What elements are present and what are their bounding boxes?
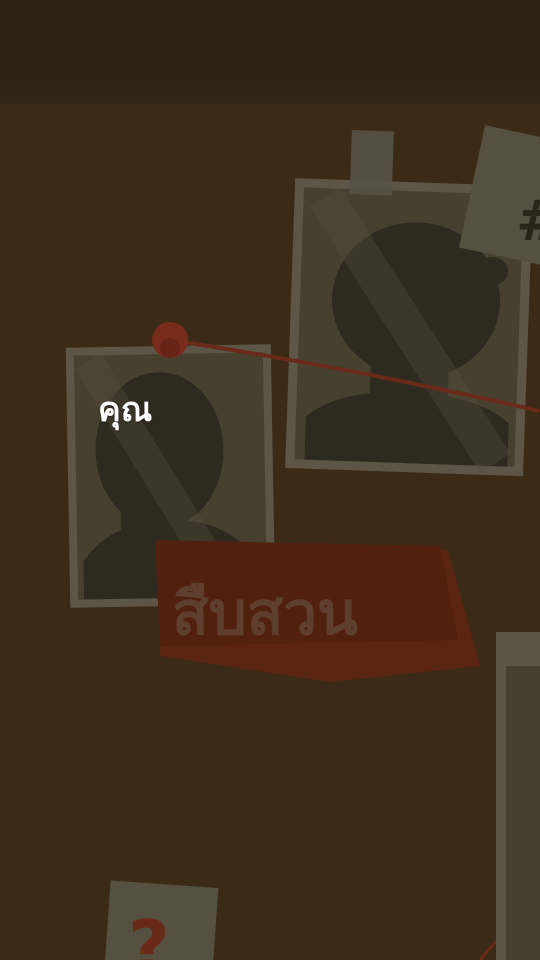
tape-strip bbox=[349, 130, 394, 196]
photo-partial-right-edge bbox=[496, 632, 540, 960]
push-pin-icon bbox=[152, 322, 188, 358]
hash-note-glyph: # bbox=[516, 189, 540, 254]
game-screen[interactable]: # สืบสวน ? คุณ bbox=[0, 0, 540, 960]
top-bar bbox=[0, 0, 540, 106]
question-note-glyph: ? bbox=[128, 905, 170, 960]
dialogue-text: คุณ bbox=[98, 390, 153, 430]
banner-label: สืบสวน bbox=[172, 579, 358, 649]
investigation-board-background: # สืบสวน ? bbox=[0, 0, 540, 960]
